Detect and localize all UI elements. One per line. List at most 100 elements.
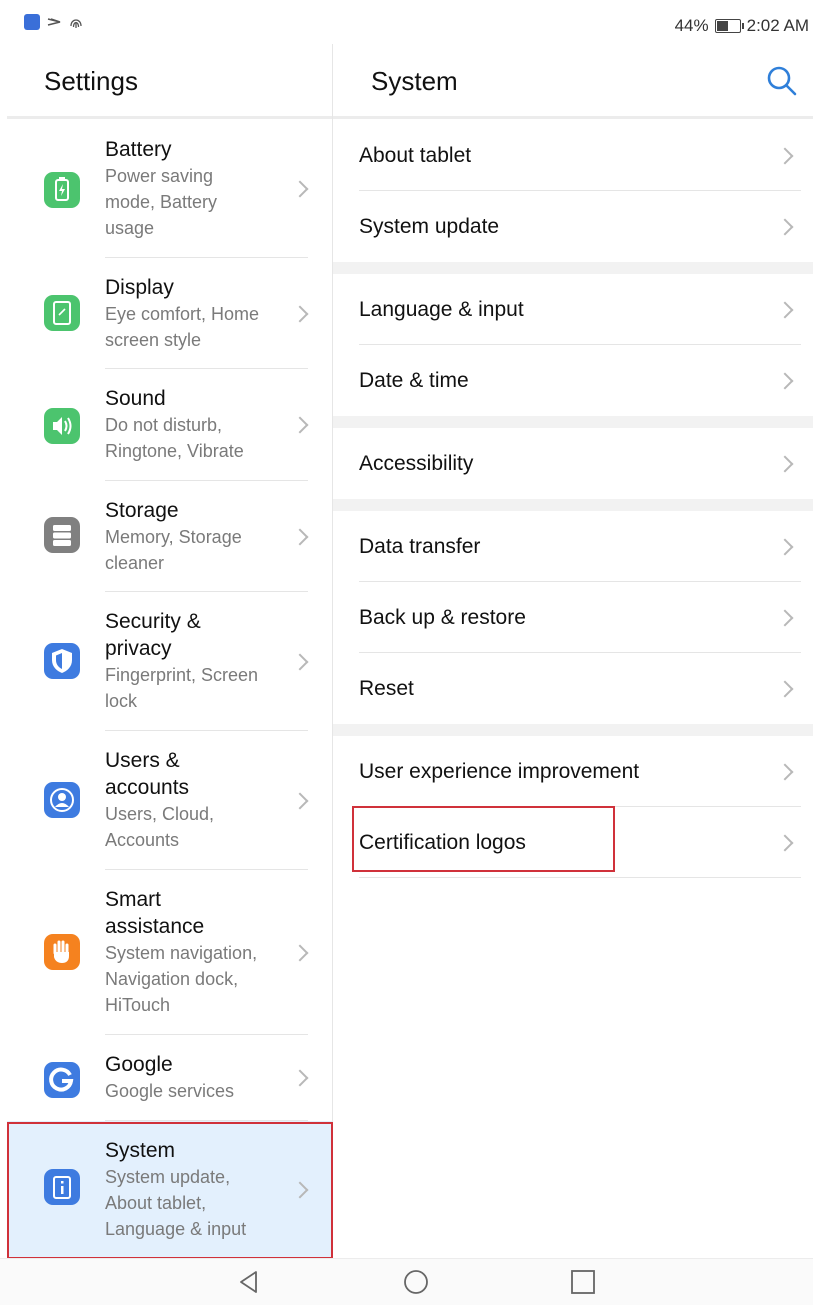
fingerprint-icon <box>70 19 82 28</box>
system-title: System <box>371 66 458 96</box>
settings-item-subtitle: System navigation, Navigation dock, HiTouc… <box>105 943 258 1015</box>
settings-item-subtitle: Users, Cloud, Accounts <box>105 804 215 850</box>
chevron-right-icon <box>776 455 794 473</box>
back-icon[interactable] <box>236 1269 262 1295</box>
options-group: Accessibility <box>333 428 813 499</box>
option-accessibility[interactable]: Accessibility <box>333 428 813 499</box>
settings-item-security[interactable]: Security & privacy Fingerprint, Screen lock <box>7 592 332 731</box>
settings-item-subtitle: System update, About tablet, Language & in… <box>105 1167 247 1239</box>
option-label: Back up & restore <box>359 606 526 629</box>
chevron-right-icon <box>776 301 794 319</box>
settings-item-text: Google Google services <box>105 1051 285 1104</box>
settings-item-text: Smart assistance System navigation, Navigat… <box>105 886 285 1018</box>
settings-item-subtitle: Fingerprint, Screen lock <box>105 665 259 711</box>
display-icon <box>44 295 80 331</box>
battery-percent: 44% <box>674 16 709 35</box>
status-right: 44% 2:02 AM <box>675 16 809 36</box>
option-data-transfer[interactable]: Data transfer <box>333 511 813 582</box>
status-bar: 44% 2:02 AM <box>0 0 813 44</box>
settings-item-display[interactable]: Display Eye comfort, Home screen style <box>7 258 332 369</box>
option-language-input[interactable]: Language & input <box>333 274 813 345</box>
chevron-right-icon <box>291 792 309 809</box>
group-spacer <box>333 724 813 736</box>
settings-item-title: Security & privacy <box>105 610 201 660</box>
settings-item-title: Google <box>105 1053 173 1076</box>
chevron-right-icon <box>776 609 794 627</box>
options-group: About tablet System update <box>333 120 813 262</box>
chevron-right-icon <box>291 1069 309 1087</box>
navigation-bar <box>0 1258 813 1305</box>
settings-item-battery[interactable]: Battery Power saving mode, Battery usage <box>7 120 332 258</box>
group-spacer <box>333 416 813 428</box>
chevron-right-icon <box>291 305 309 322</box>
settings-item-smart-assistance[interactable]: Smart assistance System navigation, Navigat… <box>7 870 332 1035</box>
option-about-tablet[interactable]: About tablet <box>333 120 813 191</box>
settings-item-text: Users & accounts Users, Cloud, Accounts <box>105 747 285 853</box>
option-date-time[interactable]: Date & time <box>333 345 813 416</box>
settings-item-text: Sound Do not disturb, Ringtone, Vibrate <box>105 385 285 464</box>
settings-item-text: Display Eye comfort, Home screen style <box>105 274 285 353</box>
info-icon <box>44 1169 80 1205</box>
option-label: User experience improvement <box>359 760 640 783</box>
settings-title: Settings <box>44 66 138 96</box>
settings-item-title: Users & accounts <box>105 749 190 799</box>
option-reset[interactable]: Reset <box>333 653 813 724</box>
home-icon[interactable] <box>403 1269 429 1295</box>
app-notification-icon <box>24 14 40 30</box>
recents-icon[interactable] <box>570 1269 596 1295</box>
chevron-right-icon <box>776 680 794 698</box>
settings-item-google[interactable]: Google Google services <box>7 1035 332 1121</box>
chevron-right-icon <box>291 528 309 545</box>
chevron-right-icon <box>776 218 794 236</box>
option-label: Date & time <box>359 369 469 392</box>
option-label: Certification logos <box>359 831 526 854</box>
settings-item-title: Display <box>105 276 174 299</box>
settings-item-storage[interactable]: Storage Memory, Storage cleaner <box>7 481 332 592</box>
header-divider <box>7 116 332 119</box>
settings-item-subtitle: Eye comfort, Home screen style <box>105 304 260 350</box>
settings-item-title: System <box>105 1139 176 1162</box>
settings-pane: Settings Battery Power saving mode, Batter… <box>7 44 332 1258</box>
google-icon <box>44 1062 80 1098</box>
option-user-experience-improvement[interactable]: User experience improvement <box>333 736 813 807</box>
chevron-right-icon <box>291 653 309 670</box>
settings-item-users[interactable]: Users & accounts Users, Cloud, Accounts <box>7 731 332 870</box>
group-spacer <box>333 499 813 511</box>
option-system-update[interactable]: System update <box>333 191 813 262</box>
settings-item-subtitle: Power saving mode, Battery usage <box>105 166 218 238</box>
shield-icon <box>44 643 80 679</box>
option-back-up-restore[interactable]: Back up & restore <box>333 582 813 653</box>
chevron-right-icon <box>776 763 794 781</box>
chevron-right-icon <box>291 944 309 961</box>
settings-item-text: System System update, About tablet, Languag… <box>105 1137 285 1242</box>
system-options-list: About tablet System update Language & inpu… <box>333 120 813 878</box>
option-label: Accessibility <box>359 452 474 475</box>
battery-icon <box>44 172 80 208</box>
clock: 2:02 AM <box>746 16 809 35</box>
header-divider <box>333 116 813 119</box>
search-icon[interactable] <box>765 64 799 98</box>
option-label: Language & input <box>359 298 524 321</box>
settings-item-text: Storage Memory, Storage cleaner <box>105 497 285 576</box>
settings-item-subtitle: Google services <box>105 1081 235 1101</box>
settings-item-system[interactable]: System System update, About tablet, Languag… <box>7 1121 332 1258</box>
chevron-right-icon <box>291 180 309 198</box>
chevron-right-icon <box>776 147 794 165</box>
option-certification-logos[interactable]: Certification logos <box>333 807 813 878</box>
settings-item-sound[interactable]: Sound Do not disturb, Ringtone, Vibrate <box>7 369 332 481</box>
system-pane: System About tablet System update Language… <box>333 44 813 1258</box>
option-label: Data transfer <box>359 535 481 558</box>
option-label: About tablet <box>359 144 472 167</box>
option-label: System update <box>359 215 500 238</box>
settings-item-title: Storage <box>105 499 179 522</box>
user-icon <box>44 782 80 818</box>
settings-item-title: Sound <box>105 387 166 410</box>
chevron-right-icon <box>291 1181 309 1198</box>
nfc-icon <box>47 18 61 26</box>
chevron-right-icon <box>776 834 794 852</box>
settings-item-text: Security & privacy Fingerprint, Screen lock <box>105 608 285 714</box>
chevron-right-icon <box>776 372 794 390</box>
options-group: Data transfer Back up & restore Reset <box>333 511 813 724</box>
divider <box>359 877 801 878</box>
options-group: Language & input Date & time <box>333 274 813 416</box>
